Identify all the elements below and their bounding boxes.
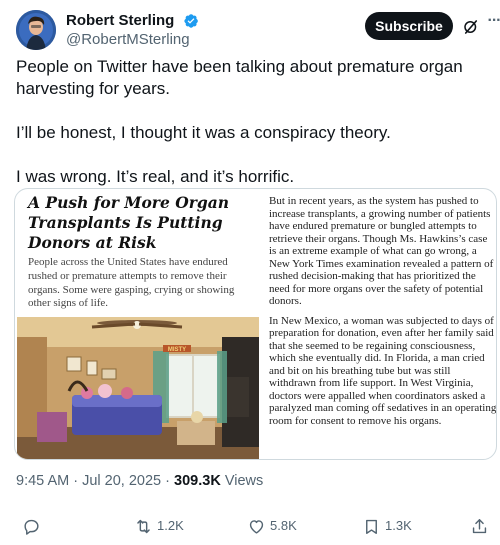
share-button[interactable] (470, 516, 489, 536)
like-button[interactable]: 5.8K (247, 516, 297, 536)
reply-button[interactable] (22, 516, 45, 536)
tweet-paragraph: People on Twitter have been talking abou… (16, 57, 463, 98)
verified-badge-icon (184, 14, 198, 28)
avatar[interactable] (16, 10, 56, 50)
views-count: 309.3K (174, 473, 221, 489)
more-icon[interactable]: ··· (484, 13, 500, 34)
retweet-icon (137, 519, 150, 533)
grok-icon[interactable] (462, 18, 480, 36)
article-left-column: A Push for More Organ Transplants Is Put… (15, 189, 265, 459)
meta-separator: · (73, 473, 79, 489)
heart-icon (249, 519, 264, 534)
user-handle[interactable]: @RobertMSterling (66, 30, 199, 49)
attached-image[interactable]: A Push for More Organ Transplants Is Put… (14, 188, 497, 460)
article-photo: MISTY (17, 317, 259, 459)
tweet-paragraph: I’ll be honest, I thought it was a consp… (16, 123, 391, 142)
article-dek: People across the United States have end… (28, 256, 235, 310)
bookmark-icon (366, 519, 377, 534)
tweet-paragraph: I was wrong. It’s real, and it’s horrifi… (16, 167, 295, 186)
meta-separator: · (165, 473, 170, 489)
tweet-text: People on Twitter have been talking abou… (16, 56, 486, 210)
bookmark-count: 1.3K (385, 518, 412, 533)
avatar-image (16, 10, 56, 50)
retweet-button[interactable]: 1.2K (134, 516, 184, 536)
share-icon (472, 518, 487, 533)
subscribe-button[interactable]: Subscribe (365, 12, 453, 40)
tweet-meta: 9:45 AM · Jul 20, 2025 · 309.3K Views (16, 473, 263, 489)
article-paragraph: But in recent years, as the system has p… (269, 195, 494, 307)
like-count: 5.8K (270, 518, 297, 533)
views-label: Views (224, 473, 264, 489)
article-paragraph: In New Mexico, a woman was subjected to … (269, 314, 497, 427)
tweet-header: Robert Sterling @RobertMSterling Subscri… (16, 10, 500, 50)
tweet-time[interactable]: 9:45 AM (16, 473, 69, 489)
bookmark-button[interactable]: 1.3K (362, 516, 412, 536)
reply-icon (24, 519, 39, 535)
display-name[interactable]: Robert Sterling (66, 12, 174, 30)
photo-sign: MISTY (168, 347, 186, 353)
article-body: But in recent years, as the system has p… (269, 195, 497, 434)
article-headline: A Push for More Organ Transplants Is Put… (28, 193, 230, 252)
retweet-count: 1.2K (157, 518, 184, 533)
action-bar: 1.2K 5.8K 1.3K (0, 510, 500, 540)
tweet-date[interactable]: Jul 20, 2025 (82, 473, 161, 489)
